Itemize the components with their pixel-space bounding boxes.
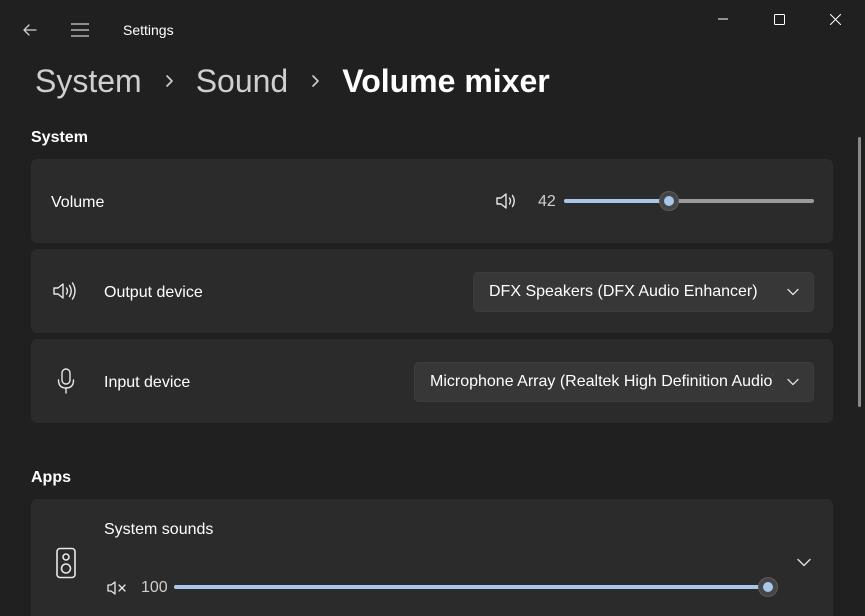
settings-window: Settings System Sound Volume mixer Syste… [0, 0, 865, 616]
maximize-icon [773, 13, 785, 25]
volume-value: 42 [538, 193, 556, 210]
chevron-down-icon [773, 273, 813, 311]
chevron-right-icon [288, 74, 342, 88]
output-device-dropdown[interactable]: DFX Speakers (DFX Audio Enhancer) [473, 272, 814, 312]
speaker-icon[interactable] [494, 189, 520, 213]
chevron-right-icon [142, 74, 196, 88]
breadcrumb-item-system[interactable]: System [35, 63, 142, 100]
back-arrow-icon [23, 24, 37, 36]
slider-fill [564, 199, 669, 203]
microphone-icon [55, 368, 77, 394]
app-name: System sounds [104, 521, 214, 538]
app-volume-value: 100 [141, 579, 168, 596]
input-device-label: Input device [104, 374, 191, 391]
navigation-menu-button[interactable] [62, 12, 98, 48]
speaker-icon [51, 279, 81, 303]
chevron-down-icon [773, 363, 813, 401]
close-button[interactable] [807, 0, 863, 38]
section-title-system: System [31, 129, 88, 146]
expand-button[interactable] [789, 547, 819, 577]
volume-label: Volume [51, 194, 105, 211]
output-device-label: Output device [104, 284, 203, 301]
output-device-selected: DFX Speakers (DFX Audio Enhancer) [489, 283, 758, 300]
hamburger-menu-icon [71, 23, 89, 37]
breadcrumb: System Sound Volume mixer [35, 58, 550, 104]
volume-card: Volume 42 [31, 159, 833, 243]
back-button[interactable] [12, 12, 48, 48]
page-title: Volume mixer [342, 62, 550, 99]
input-device-dropdown[interactable]: Microphone Array (Realtek High Definitio… [414, 362, 814, 402]
maximize-button[interactable] [751, 0, 807, 38]
output-device-card: Output device DFX Speakers (DFX Audio En… [31, 249, 833, 333]
speaker-mute-icon[interactable] [107, 578, 129, 598]
app-card-system-sounds: System sounds 100 [31, 499, 833, 616]
app-title: Settings [123, 22, 174, 38]
title-bar: Settings [0, 0, 865, 60]
minimize-icon [718, 18, 728, 20]
app-volume-slider[interactable] [174, 577, 778, 597]
volume-slider[interactable] [564, 191, 814, 211]
slider-thumb[interactable] [758, 577, 778, 597]
input-device-card: Input device Microphone Array (Realtek H… [31, 339, 833, 423]
section-title-apps: Apps [31, 469, 71, 486]
chevron-down-icon [797, 558, 811, 566]
input-device-selected: Microphone Array (Realtek High Definitio… [430, 373, 778, 390]
close-icon [829, 13, 841, 25]
minimize-button[interactable] [695, 0, 751, 38]
scrollbar[interactable] [858, 137, 861, 407]
slider-thumb[interactable] [659, 191, 679, 211]
slider-fill [174, 585, 768, 589]
speaker-device-icon [54, 547, 78, 579]
breadcrumb-item-sound[interactable]: Sound [196, 63, 289, 100]
